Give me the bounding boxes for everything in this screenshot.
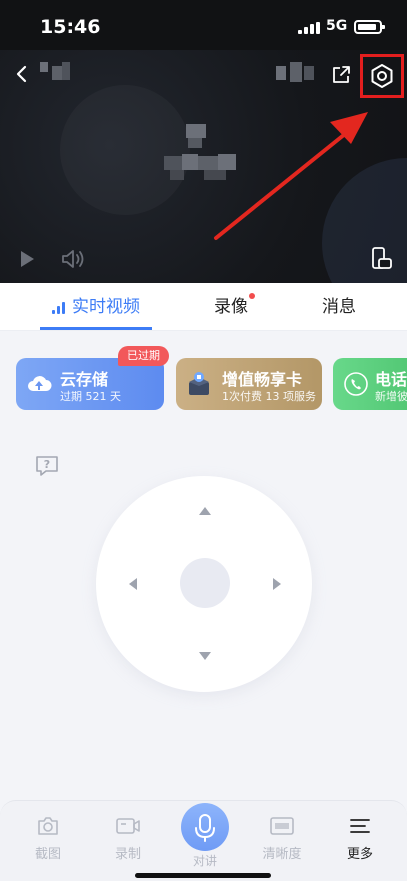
- network-label: 5G: [326, 18, 348, 34]
- pixelated-device-name: [40, 62, 70, 82]
- tab-recordings[interactable]: 录像: [214, 283, 248, 331]
- play-icon[interactable]: [16, 248, 38, 270]
- tab-bar: 实时视频 录像 消息: [0, 283, 407, 331]
- background-orb: [322, 158, 407, 283]
- phone-card-title: 电话: [375, 370, 407, 389]
- phone-card-subtitle: 新增彼: [375, 390, 407, 403]
- record-button[interactable]: 录制: [98, 815, 158, 862]
- status-bar: 15:46 5G: [0, 0, 407, 50]
- pixelated-status: [164, 124, 244, 186]
- phone-icon: [344, 372, 368, 396]
- arrow-left-icon[interactable]: [129, 578, 137, 590]
- tab-live-video-label: 实时视频: [72, 297, 140, 317]
- screenshot-label: 截图: [34, 847, 61, 862]
- ptz-center-button[interactable]: [180, 558, 230, 608]
- phone-card[interactable]: 电话 新增彼: [333, 358, 407, 410]
- tab-live-video[interactable]: 实时视频: [52, 283, 140, 331]
- battery-icon: [354, 20, 385, 34]
- vip-card[interactable]: 增值畅享卡 1次付费 13 项服务: [176, 358, 322, 410]
- vip-card-subtitle: 1次付费 13 项服务: [222, 390, 316, 403]
- chevron-left-icon[interactable]: [10, 62, 34, 86]
- unread-dot: [249, 293, 255, 299]
- microphone-icon: [195, 814, 215, 842]
- menu-icon: [350, 819, 370, 833]
- tab-active-indicator: [40, 327, 152, 330]
- expired-badge: 已过期: [118, 346, 169, 366]
- svg-text:?: ?: [44, 458, 50, 471]
- cloud-upload-icon: [28, 376, 52, 391]
- arrow-right-icon[interactable]: [273, 578, 281, 590]
- talk-label: 对讲: [192, 854, 217, 868]
- cloud-storage-title: 云存储: [60, 370, 109, 389]
- status-time: 15:46: [40, 16, 101, 38]
- home-indicator: [135, 873, 271, 878]
- arrow-down-icon[interactable]: [199, 652, 211, 660]
- camera-icon: [38, 817, 58, 835]
- more-label: 更多: [346, 847, 373, 862]
- help-icon[interactable]: ?: [34, 454, 60, 478]
- pixelated-device-name: [276, 62, 316, 82]
- video-camera-icon: [116, 818, 140, 834]
- live-bars-icon: [52, 300, 66, 314]
- gift-box-icon: [189, 372, 209, 395]
- resolution-button[interactable]: 清晰度: [252, 815, 312, 862]
- signal-icon: [298, 22, 320, 34]
- vip-card-title: 增值畅享卡: [222, 370, 303, 389]
- share-icon[interactable]: [328, 62, 354, 88]
- tab-messages[interactable]: 消息: [322, 283, 356, 331]
- settings-icon[interactable]: [367, 61, 397, 91]
- resolution-label: 清晰度: [262, 847, 302, 862]
- rotate-screen-icon[interactable]: [370, 245, 394, 271]
- talk-button[interactable]: [181, 803, 229, 851]
- cloud-storage-subtitle: 过期 521 天: [60, 390, 121, 403]
- video-player[interactable]: [0, 50, 407, 283]
- screenshot-button[interactable]: 截图: [18, 815, 78, 862]
- hd-icon: [270, 817, 294, 835]
- record-label: 录制: [114, 847, 141, 862]
- volume-icon[interactable]: [60, 247, 88, 271]
- arrow-up-icon[interactable]: [199, 507, 211, 515]
- more-button[interactable]: 更多: [330, 815, 390, 862]
